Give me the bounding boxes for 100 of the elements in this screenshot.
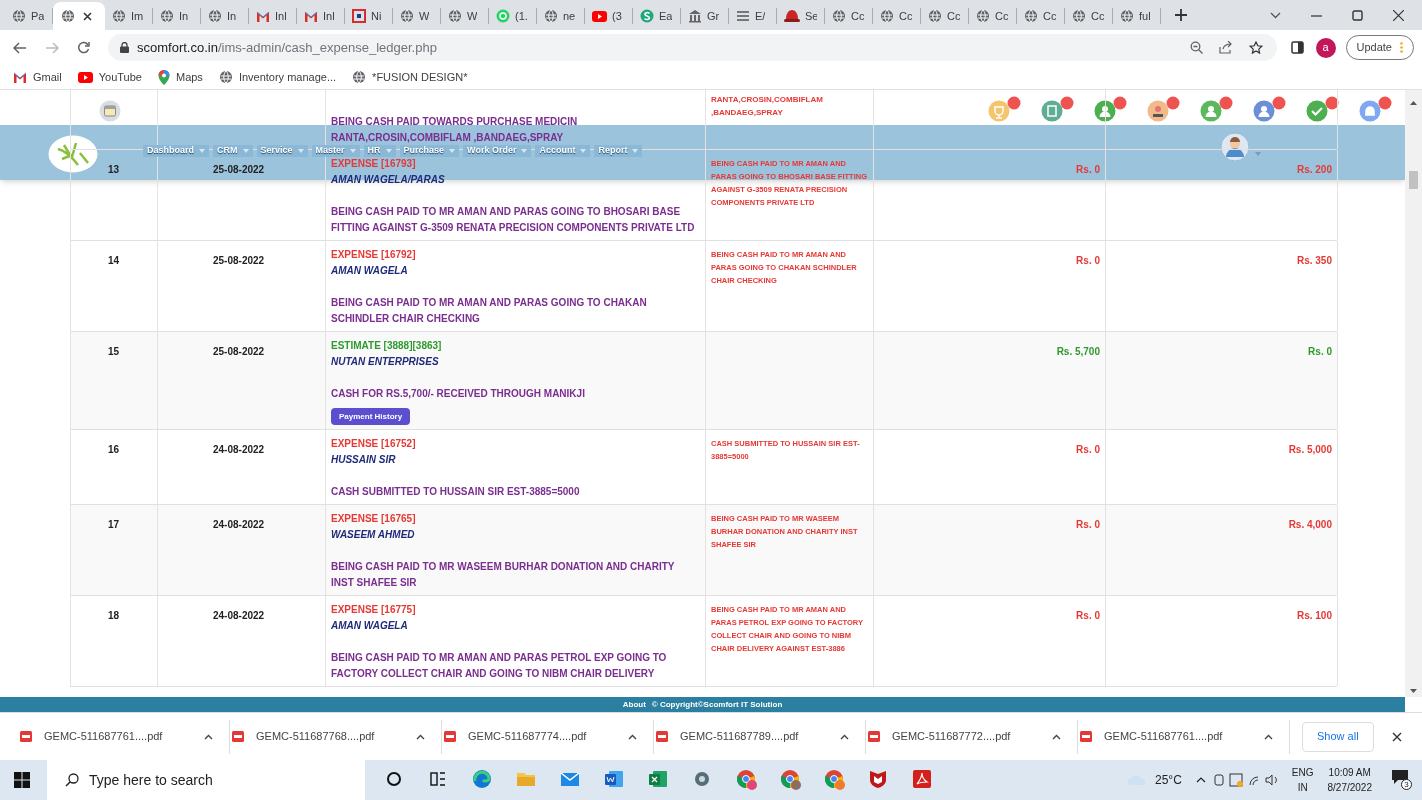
browser-tab[interactable]: Cc (825, 8, 873, 24)
caret-icon (580, 149, 587, 153)
scroll-down-icon[interactable] (1410, 689, 1417, 693)
browser-tab[interactable]: Pa (5, 8, 53, 24)
tab-title: Cc (1091, 8, 1105, 24)
caret-up-icon[interactable] (1195, 777, 1206, 783)
person-icon[interactable] (1200, 96, 1234, 122)
address-bar[interactable]: scomfort.co.in/ims-admin/cash_expense_ledger.php (108, 34, 1277, 61)
browser-tab[interactable] (53, 2, 105, 30)
language-text[interactable]: ENG (1291, 765, 1314, 780)
check-icon[interactable] (1306, 96, 1340, 122)
show-all-button[interactable]: Show all (1302, 721, 1374, 752)
browser-tab[interactable]: (1. (489, 8, 537, 24)
amount-text: Rs. 0 (1076, 444, 1100, 455)
globe-icon (12, 9, 26, 23)
caret-up-icon (416, 733, 425, 740)
search-field[interactable]: Type here to search (47, 760, 365, 800)
bookmark[interactable]: Inventory manage... (218, 68, 337, 86)
tab-title: Inl (323, 8, 335, 24)
calendar-icon[interactable] (99, 100, 121, 122)
reload-icon[interactable] (77, 41, 90, 54)
tab-title: In (227, 8, 237, 24)
chevron-down-icon[interactable] (1270, 12, 1281, 19)
bookmark[interactable]: YouTube (77, 68, 142, 86)
browser-tab[interactable]: Ni (345, 8, 393, 24)
download-item[interactable]: GEMC-511687768....pdf (230, 719, 442, 754)
amount-text: Rs. 200 (1296, 164, 1332, 175)
browser-icon[interactable] (779, 768, 803, 792)
cup-icon[interactable] (988, 96, 1022, 122)
download-item[interactable]: GEMC-511687772....pdf (866, 719, 1078, 754)
date-text: 24-08-2022 (213, 444, 265, 455)
tray-icons-drawing[interactable] (1213, 773, 1280, 787)
amount-text: Rs. 5,000 (1288, 444, 1332, 455)
browser-tab[interactable]: Cc (1065, 8, 1113, 24)
scroll-thumb[interactable] (1409, 171, 1418, 189)
region-text[interactable]: IN (1297, 780, 1308, 795)
date-text: 24-08-2022 (213, 610, 265, 621)
profile-avatar[interactable]: a (1315, 37, 1336, 58)
browser-icon[interactable] (823, 768, 847, 792)
download-item[interactable]: GEMC-511687774....pdf (442, 719, 654, 754)
entry-type: EXPENSE [16765] (331, 512, 416, 526)
person-icon[interactable] (1253, 96, 1287, 122)
browser-tab[interactable]: In (201, 8, 249, 24)
download-item[interactable]: GEMC-511687761....pdf (1078, 719, 1290, 754)
back-icon[interactable] (13, 41, 27, 54)
notification-button[interactable]: 3 (1392, 770, 1412, 790)
browser-tab[interactable]: In (153, 8, 201, 24)
payment-history-button[interactable]: Payment History (331, 408, 411, 425)
clock-date[interactable]: 8/27/2022 (1327, 780, 1372, 795)
scrollbar[interactable] (1405, 90, 1422, 697)
browser-tab[interactable]: Cc (969, 8, 1017, 24)
bookmark[interactable]: Maps (157, 68, 203, 86)
browser-tab[interactable]: Inl (249, 8, 297, 24)
scroll-up-icon[interactable] (1410, 101, 1417, 105)
globe-icon (160, 9, 174, 23)
person-icon[interactable] (1094, 96, 1128, 122)
person-icon[interactable] (1147, 96, 1181, 122)
download-item[interactable]: GEMC-511687789....pdf (654, 719, 866, 754)
windows-icon[interactable] (14, 772, 30, 788)
clock-time[interactable]: 10:09 AM (1328, 765, 1371, 780)
browser-tab[interactable]: Cc (921, 8, 969, 24)
browser-tab[interactable]: W (393, 8, 441, 24)
maximize-icon[interactable] (1352, 10, 1363, 21)
browser-tab[interactable]: Cc (873, 8, 921, 24)
bookmark[interactable]: *FUSION DESIGN* (352, 68, 468, 86)
close-icon[interactable] (1393, 10, 1404, 21)
browser-tab[interactable]: ne (537, 8, 585, 24)
browser-tab[interactable]: E/ (729, 8, 777, 24)
caret-icon (242, 149, 249, 153)
date-text: 24-08-2022 (213, 519, 265, 530)
browser-tab[interactable]: Inl (297, 8, 345, 24)
zoom-icon[interactable] (1189, 41, 1203, 54)
tab-title: W (467, 8, 478, 24)
browser-tab[interactable]: ful (1113, 8, 1161, 24)
document-icon[interactable] (1041, 96, 1075, 122)
close-icon[interactable] (1391, 731, 1402, 742)
row-number: 18 (108, 610, 120, 621)
browser-tab[interactable]: Ea (633, 8, 681, 24)
bookmark[interactable]: Gmail (13, 68, 62, 86)
browser-tab[interactable]: Cc (1017, 8, 1065, 24)
browser-tab[interactable]: W (441, 8, 489, 24)
browser-tab[interactable]: Gr (681, 8, 729, 24)
footer-link[interactable]: About (622, 698, 646, 711)
browser-tab[interactable]: Im (105, 8, 153, 24)
description-text: BEING CASH PAID TO MR AMAN AND PARAS GOING TO CHAKAN SCHINDLER CHAIR CHECKING (331, 296, 648, 326)
user-avatar-icon[interactable] (1220, 132, 1250, 162)
share-icon[interactable] (1218, 41, 1233, 54)
tab-title: Ni (371, 8, 382, 24)
caret-icon (199, 149, 205, 153)
new-tab-icon[interactable] (1175, 9, 1187, 21)
browser-tab[interactable]: (3 (585, 8, 633, 24)
download-item[interactable]: GEMC-511687761....pdf (18, 719, 230, 754)
close-icon[interactable] (83, 11, 92, 21)
bell-icon[interactable] (1359, 96, 1393, 122)
side-panel-icon[interactable] (1290, 41, 1304, 54)
pdf-icon (444, 731, 456, 742)
browser-icon[interactable] (735, 768, 759, 792)
globe-icon (112, 9, 126, 23)
caret-up-icon (1052, 733, 1061, 740)
star-icon[interactable] (1248, 41, 1263, 54)
